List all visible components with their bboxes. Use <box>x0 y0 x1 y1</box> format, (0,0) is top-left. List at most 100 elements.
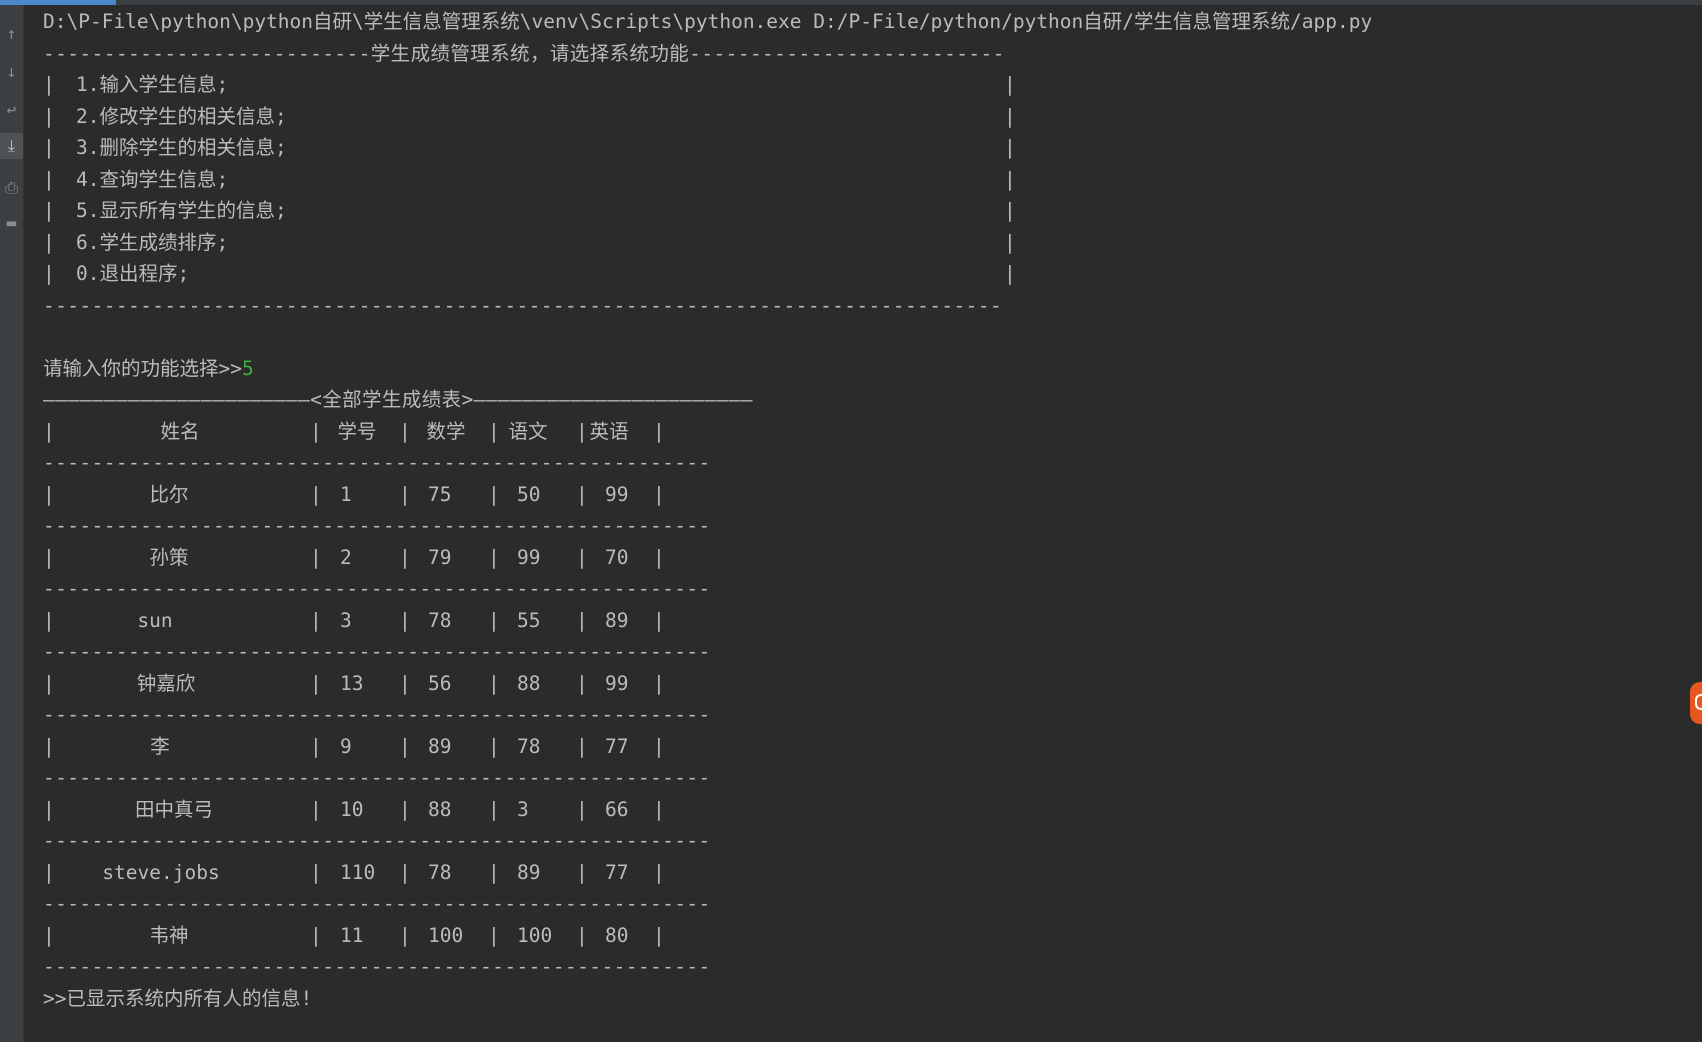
table-border: | <box>653 545 665 569</box>
table-row: | | | | | | 比尔 1 75 50 99 <box>43 479 1663 511</box>
table-border: | <box>43 797 55 821</box>
arrow-down-icon[interactable]: ↓ <box>0 59 23 85</box>
menu-border-right: | <box>1004 199 1016 222</box>
table-border: | <box>488 545 500 569</box>
table-border: | <box>310 923 322 947</box>
print-icon[interactable]: ⎙ <box>0 175 23 201</box>
table-border: | <box>576 545 588 569</box>
table-border: | <box>653 860 665 884</box>
table-cell: 55 <box>517 608 541 632</box>
table-cell: 100 <box>517 923 553 947</box>
table-header-cell: 学号 <box>337 419 377 443</box>
table-border: | <box>399 608 411 632</box>
table-border: | <box>310 419 322 443</box>
menu-item-label: 4.查询学生信息; <box>76 167 229 191</box>
table-cell: 比尔 <box>149 482 189 506</box>
menu-item: | 0.退出程序; | <box>43 258 1663 290</box>
menu-border-left: | <box>43 73 55 96</box>
table-border: | <box>310 797 322 821</box>
soft-wrap-icon[interactable]: ↩ <box>0 97 23 123</box>
table-cell: steve.jobs <box>102 860 220 884</box>
table-border: | <box>43 482 55 506</box>
table-border: | <box>653 671 665 695</box>
table-cell: 89 <box>428 734 452 758</box>
table-border: | <box>399 545 411 569</box>
table-border: | <box>310 860 322 884</box>
table-cell: 56 <box>428 671 452 695</box>
table-separator: ----------------------------------------… <box>43 766 711 789</box>
table-cell: 88 <box>517 671 541 695</box>
table-row: | | | | | | steve.jobs 110 78 89 77 <box>43 857 1663 889</box>
menu-item-label: 2.修改学生的相关信息; <box>76 104 287 128</box>
table-border: | <box>488 860 500 884</box>
table-cell: 110 <box>340 860 376 884</box>
menu-border-right: | <box>1004 230 1016 254</box>
menu-border-right: | <box>1004 262 1016 285</box>
table-cell: 10 <box>340 797 364 821</box>
table-row: | | | | | | 韦神 11 100 100 80 <box>43 920 1663 952</box>
table-cell: 韦神 <box>149 923 189 947</box>
menu-border-right: | <box>1004 104 1016 128</box>
table-title-line: ——————————————————————<全部学生成绩表>—————————… <box>43 388 753 411</box>
table-cell: 99 <box>517 545 541 569</box>
table-row: | | | | | | 钟嘉欣 13 56 88 99 <box>43 668 1663 700</box>
plugin-badge-icon[interactable] <box>1690 682 1702 724</box>
table-border: | <box>310 545 322 569</box>
trash-icon[interactable]: ▬ <box>0 210 23 236</box>
table-cell: 66 <box>605 797 629 821</box>
table-separator: ----------------------------------------… <box>43 577 711 600</box>
table-header-row: | | | | | | 姓名 学号 数学 语文 英语 <box>43 416 1663 448</box>
table-cell: 3 <box>517 797 529 821</box>
menu-item: | 4.查询学生信息; | <box>43 164 1663 196</box>
menu-item-label: 3.删除学生的相关信息; <box>76 136 287 159</box>
table-cell: 79 <box>428 545 452 569</box>
table-cell: 78 <box>517 734 541 758</box>
menu-border-left: | <box>43 230 55 254</box>
table-cell: 89 <box>605 608 629 632</box>
table-header-cell: 语文 <box>508 419 548 443</box>
score-table: | | | | | | 姓名 学号 数学 语文 英语 ------------------------… <box>43 416 1663 983</box>
table-cell: 田中真弓 <box>134 797 214 821</box>
table-separator: ----------------------------------------… <box>43 640 711 663</box>
table-border: | <box>576 860 588 884</box>
table-cell: 99 <box>605 671 629 695</box>
table-border: | <box>399 419 411 443</box>
menu-header-line: ---------------------------学生成绩管理系统，请选择系… <box>43 41 1005 65</box>
table-cell: 11 <box>340 923 364 947</box>
menu-item: | 5.显示所有学生的信息; | <box>43 195 1663 227</box>
table-border: | <box>488 797 500 821</box>
menu-item: | 3.删除学生的相关信息; | <box>43 132 1663 164</box>
table-border: | <box>653 734 665 758</box>
prompt-input-value: 5 <box>241 356 254 380</box>
table-border: | <box>576 797 588 821</box>
table-border: | <box>43 923 55 947</box>
run-progress-bar <box>0 0 1702 5</box>
table-border: | <box>399 797 411 821</box>
table-cell: 99 <box>605 482 629 506</box>
table-border: | <box>488 419 500 443</box>
menu-item-label: 5.显示所有学生的信息; <box>76 199 287 222</box>
table-row: | | | | | | 田中真弓 10 88 3 66 <box>43 794 1663 826</box>
console-output[interactable]: D:\P-File\python\python自研\学生信息管理系统\venv\… <box>43 6 1663 1014</box>
table-border: | <box>310 608 322 632</box>
table-cell: 1 <box>340 482 352 506</box>
table-border: | <box>488 923 500 947</box>
table-header-cell: 英语 <box>589 419 629 443</box>
arrow-up-icon[interactable]: ↑ <box>0 21 23 47</box>
table-border: | <box>653 608 665 632</box>
table-border: | <box>488 671 500 695</box>
scroll-to-end-icon[interactable]: ⤓ <box>0 133 23 159</box>
table-border: | <box>399 671 411 695</box>
table-border: | <box>576 482 588 506</box>
table-border: | <box>43 860 55 884</box>
table-row: | | | | | | sun 3 78 55 89 <box>43 605 1663 637</box>
table-cell: sun <box>137 608 173 632</box>
table-cell: 100 <box>428 923 464 947</box>
table-border: | <box>399 734 411 758</box>
prompt-text: 请输入你的功能选择>> <box>43 356 242 380</box>
table-cell: 88 <box>428 797 452 821</box>
table-cell: 89 <box>517 860 541 884</box>
menu-border-right: | <box>1004 167 1016 191</box>
table-border: | <box>43 671 55 695</box>
